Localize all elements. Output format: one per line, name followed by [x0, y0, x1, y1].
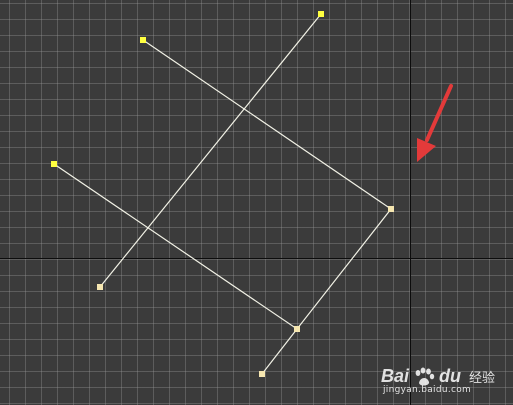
spline-segment-rect[interactable]	[53, 39, 392, 330]
vertex-bottom-right[interactable]	[294, 326, 300, 332]
viewport-perspective[interactable]: Bai du 经验 jingyan.baidu.com	[0, 0, 513, 405]
spline-vertices[interactable]	[51, 11, 394, 377]
baidu-watermark: Bai du 经验 jingyan.baidu.com	[381, 366, 495, 395]
spline-shape[interactable]	[53, 13, 392, 375]
vertex-left[interactable]	[51, 161, 57, 167]
scene-canvas[interactable]	[0, 0, 513, 405]
vertex-right[interactable]	[388, 206, 394, 212]
watermark-brand-right: du	[438, 366, 461, 386]
watermark-brand: Bai du 经验	[381, 366, 495, 387]
baidu-paw-icon	[415, 367, 435, 386]
spline-segment-tail[interactable]	[261, 328, 298, 375]
watermark-brand-left: Bai	[380, 366, 409, 386]
spline-segment-diagonal[interactable]	[99, 13, 322, 288]
red-arrow-icon	[417, 84, 453, 162]
watermark-brand-cn: 经验	[468, 371, 495, 386]
vertex-top-right[interactable]	[318, 11, 324, 17]
vertex-tail-end[interactable]	[259, 371, 265, 377]
watermark-url: jingyan.baidu.com	[382, 385, 472, 395]
vertex-top-left[interactable]	[140, 37, 146, 43]
vertex-bottom-left[interactable]	[97, 284, 103, 290]
